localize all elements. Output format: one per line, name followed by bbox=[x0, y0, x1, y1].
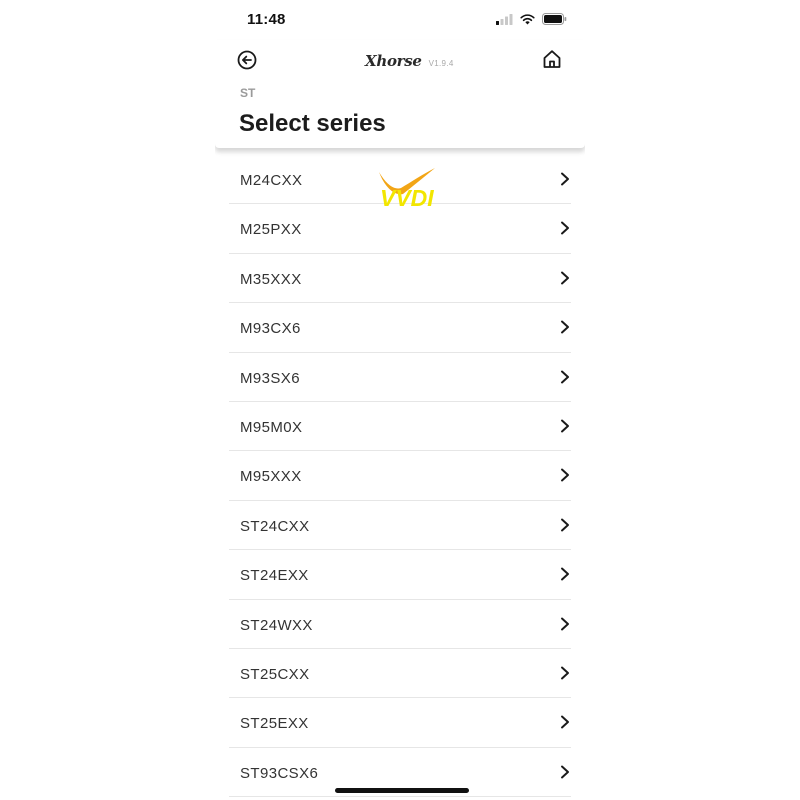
chevron-right-icon bbox=[561, 320, 569, 334]
series-label: M35XXX bbox=[240, 270, 302, 288]
status-bar: 11:48 bbox=[215, 0, 585, 40]
chevron-right-icon bbox=[561, 666, 569, 680]
list-item[interactable]: M35XXX bbox=[229, 254, 571, 304]
chevron-right-icon bbox=[561, 617, 569, 631]
chevron-right-icon bbox=[561, 419, 569, 433]
series-label: M93SX6 bbox=[240, 369, 300, 387]
series-label: M93CX6 bbox=[240, 320, 301, 338]
series-label: ST93CSX6 bbox=[240, 764, 319, 782]
app-version: V1.9.4 bbox=[428, 59, 454, 68]
app-logo: Xhorse V1.9.4 bbox=[365, 52, 454, 70]
home-icon[interactable] bbox=[541, 48, 563, 70]
chevron-right-icon bbox=[561, 715, 569, 729]
status-icons bbox=[496, 13, 567, 25]
series-list: M24CXX M25PXX M35XXX M93CX6 M93SX6 M95M0… bbox=[229, 155, 571, 798]
series-label: ST25EXX bbox=[240, 715, 309, 733]
list-item[interactable]: ST25CXX bbox=[229, 649, 571, 699]
chevron-right-icon bbox=[561, 468, 569, 482]
chevron-right-icon bbox=[561, 221, 569, 235]
list-item[interactable]: ST24CXX bbox=[229, 501, 571, 551]
chevron-right-icon bbox=[561, 765, 569, 779]
chevron-right-icon bbox=[561, 271, 569, 285]
list-item[interactable]: M93CX6 bbox=[229, 303, 571, 353]
list-item[interactable]: M24CXX bbox=[229, 155, 571, 205]
list-item[interactable]: ST24WXX bbox=[229, 600, 571, 649]
header-card: Xhorse V1.9.4 ST Select series bbox=[215, 40, 585, 148]
status-time: 11:48 bbox=[247, 11, 286, 28]
series-label: M25PXX bbox=[240, 221, 302, 239]
chevron-right-icon bbox=[561, 518, 569, 532]
phone-screen: 11:48 Xhorse V1.9.4 ST Select series M24… bbox=[215, 0, 585, 800]
list-item[interactable]: ST24EXX bbox=[229, 550, 571, 600]
series-label: M95XXX bbox=[240, 468, 302, 486]
list-item[interactable]: M93SX6 bbox=[229, 353, 571, 402]
chevron-right-icon bbox=[561, 567, 569, 581]
list-item[interactable]: M95M0X bbox=[229, 402, 571, 452]
signal-icon bbox=[496, 13, 513, 25]
page-title: Select series bbox=[239, 110, 386, 137]
list-item[interactable]: M95XXX bbox=[229, 451, 571, 501]
chevron-right-icon bbox=[561, 370, 569, 384]
series-label: M24CXX bbox=[240, 172, 303, 189]
series-label: ST24WXX bbox=[240, 616, 313, 634]
list-item[interactable]: M25PXX bbox=[229, 204, 571, 254]
logo-text: Xhorse bbox=[365, 52, 422, 70]
chevron-right-icon bbox=[561, 172, 569, 186]
home-indicator[interactable] bbox=[335, 788, 469, 793]
series-label: ST24CXX bbox=[240, 517, 310, 535]
series-label: M95M0X bbox=[240, 418, 303, 436]
battery-icon bbox=[542, 13, 567, 25]
wifi-icon bbox=[520, 13, 535, 24]
series-label: ST25CXX bbox=[240, 665, 310, 683]
back-arrow-icon[interactable] bbox=[235, 48, 259, 72]
series-label: ST24EXX bbox=[240, 567, 309, 585]
list-item[interactable]: ST25EXX bbox=[229, 698, 571, 748]
breadcrumb: ST bbox=[240, 86, 256, 100]
